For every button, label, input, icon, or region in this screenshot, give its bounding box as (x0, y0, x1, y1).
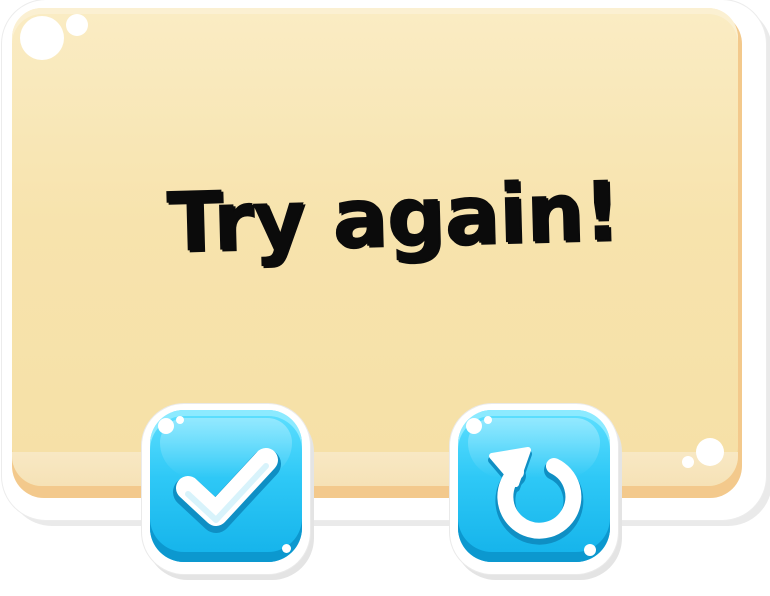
retry-button-face (458, 410, 610, 562)
confirm-button[interactable] (142, 404, 310, 574)
bubble-decoration (66, 14, 88, 36)
bubble-decoration (696, 438, 724, 466)
checkmark-icon (173, 448, 281, 533)
board-bottom-rim (12, 452, 738, 486)
bubble-decoration (682, 456, 694, 468)
dialog-title: Try again! (165, 164, 621, 271)
bubble-decoration (20, 16, 64, 60)
restart-arrow-icon (488, 447, 584, 545)
confirm-button-face (150, 410, 302, 562)
game-dialog: Try again! (0, 0, 770, 596)
retry-button[interactable] (450, 404, 618, 574)
